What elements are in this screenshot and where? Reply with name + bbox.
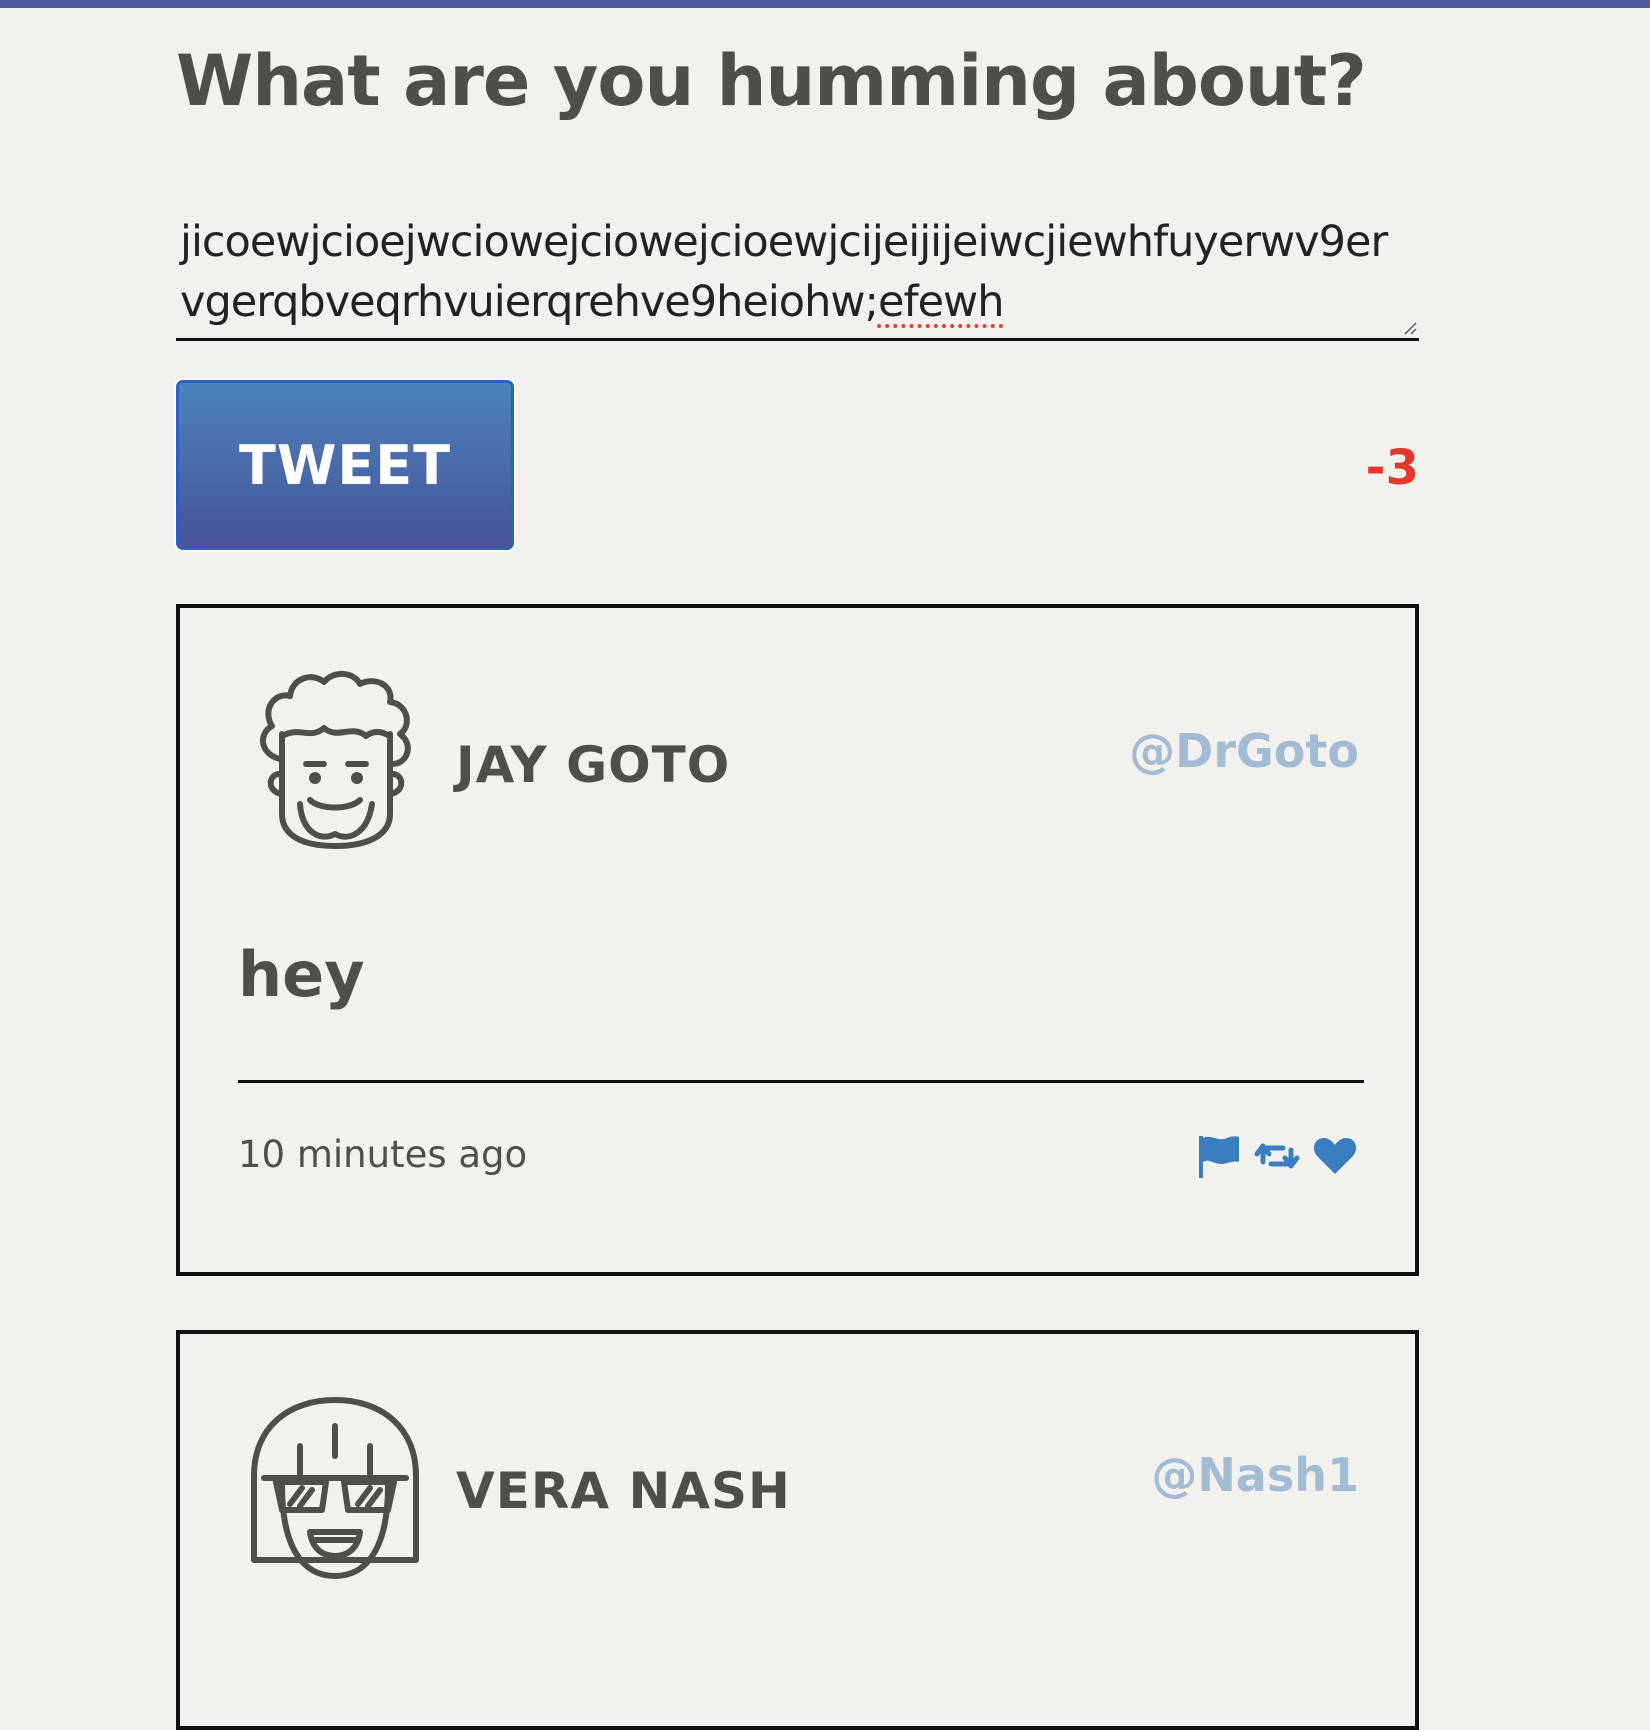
- tweet-card: Jay Goto @DrGoto hey 10 minutes ago: [176, 604, 1419, 1276]
- user-name: Vera Nash: [456, 1462, 791, 1520]
- tweet-actions: [1195, 1132, 1359, 1180]
- tweet-divider: [238, 1080, 1364, 1083]
- misspelled-word: efewh: [877, 277, 1004, 327]
- tweet-body: hey: [238, 938, 365, 1011]
- heart-icon[interactable]: [1311, 1132, 1359, 1180]
- sunglasses-face-icon: [251, 1397, 419, 1579]
- tweet-card: Vera Nash @Nash1: [176, 1330, 1419, 1730]
- top-accent-bar: [0, 0, 1650, 8]
- flag-icon[interactable]: [1195, 1132, 1243, 1180]
- tweet-timestamp: 10 minutes ago: [238, 1133, 528, 1176]
- tweet-button[interactable]: Tweet: [176, 380, 514, 550]
- user-handle[interactable]: @Nash1: [1151, 1448, 1359, 1502]
- user-name: Jay Goto: [456, 736, 731, 794]
- textarea-line-1: jicoewjcioejwciowejciowejcioewjcijeijije…: [180, 217, 1320, 267]
- character-counter: -3: [1365, 440, 1419, 496]
- curly-hair-face-icon: [260, 671, 411, 849]
- page-title: What are you humming about?: [176, 40, 1367, 122]
- tweet-textarea[interactable]: jicoewjcioejwciowejciowejcioewjcijeijije…: [176, 186, 1419, 341]
- retweet-icon[interactable]: [1253, 1132, 1301, 1180]
- resize-grip-icon[interactable]: [1401, 319, 1417, 335]
- tweet-textarea-content[interactable]: jicoewjcioejwciowejciowejcioewjcijeijije…: [180, 212, 1410, 332]
- user-handle[interactable]: @DrGoto: [1129, 724, 1359, 778]
